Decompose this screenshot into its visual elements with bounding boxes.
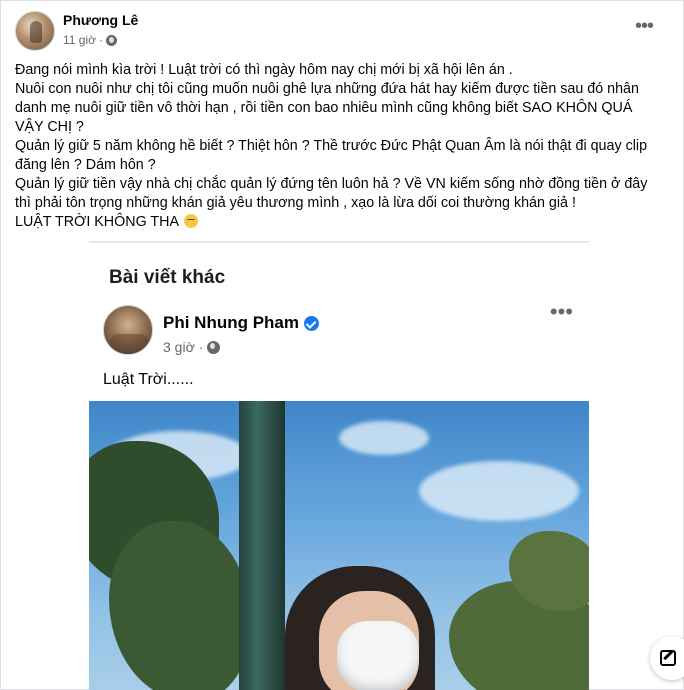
- shared-globe-icon: [207, 340, 221, 354]
- globe-icon[interactable]: [106, 34, 117, 46]
- shared-separator: ·: [198, 339, 204, 355]
- facebook-post-card: Phương Lê 11 giờ · ••• Đang nói mình kìa…: [0, 0, 684, 690]
- post-meta: 11 giờ ·: [63, 33, 117, 47]
- shared-photo: [89, 401, 589, 690]
- post-header: Phương Lê 11 giờ · •••: [15, 11, 669, 53]
- lamp-pole: [239, 401, 285, 690]
- shared-timestamp: 3 giờ: [163, 339, 195, 355]
- author-avatar[interactable]: [15, 11, 55, 51]
- shared-author: Phi Nhung Pham: [163, 313, 319, 333]
- post-text-line: Quản lý giữ tiền vậy nhà chị chắc quản l…: [15, 176, 652, 211]
- cloud-shape: [419, 461, 579, 521]
- face-mask: [337, 621, 419, 690]
- more-options-icon[interactable]: •••: [635, 16, 654, 36]
- meta-separator: ·: [99, 33, 103, 47]
- shared-screenshot[interactable]: Bài viết khác Phi Nhung Pham 3 giờ · •••…: [89, 241, 589, 690]
- post-text-line: Đang nói mình kìa trời ! Luật trời có th…: [15, 62, 513, 78]
- shared-post-text: Luật Trời......: [103, 371, 194, 388]
- verified-badge-icon: [304, 315, 319, 331]
- shared-author-name: Phi Nhung Pham: [163, 313, 299, 332]
- edit-icon: [660, 650, 676, 666]
- post-text-line: Nuôi con nuôi như chị tôi cũng muốn nuôi…: [15, 81, 643, 135]
- post-timestamp[interactable]: 11 giờ: [63, 33, 96, 47]
- shared-more-options-icon: •••: [549, 299, 573, 324]
- smirk-face-icon: [184, 214, 199, 228]
- cloud-shape: [339, 421, 429, 455]
- author-name[interactable]: Phương Lê: [63, 12, 138, 28]
- post-text: Đang nói mình kìa trời ! Luật trời có th…: [15, 61, 663, 232]
- tree-shape: [109, 521, 249, 690]
- post-text-last: LUẬT TRỜI KHÔNG THA: [15, 214, 179, 230]
- post-text-line: Quản lý giữ 5 năm không hề biết ? Thiệt …: [15, 138, 652, 173]
- shared-author-avatar: [103, 305, 153, 355]
- other-posts-heading: Bài viết khác: [109, 267, 226, 288]
- post-text-line: LUẬT TRỜI KHÔNG THA: [15, 213, 663, 232]
- shared-meta: 3 giờ ·: [163, 339, 221, 355]
